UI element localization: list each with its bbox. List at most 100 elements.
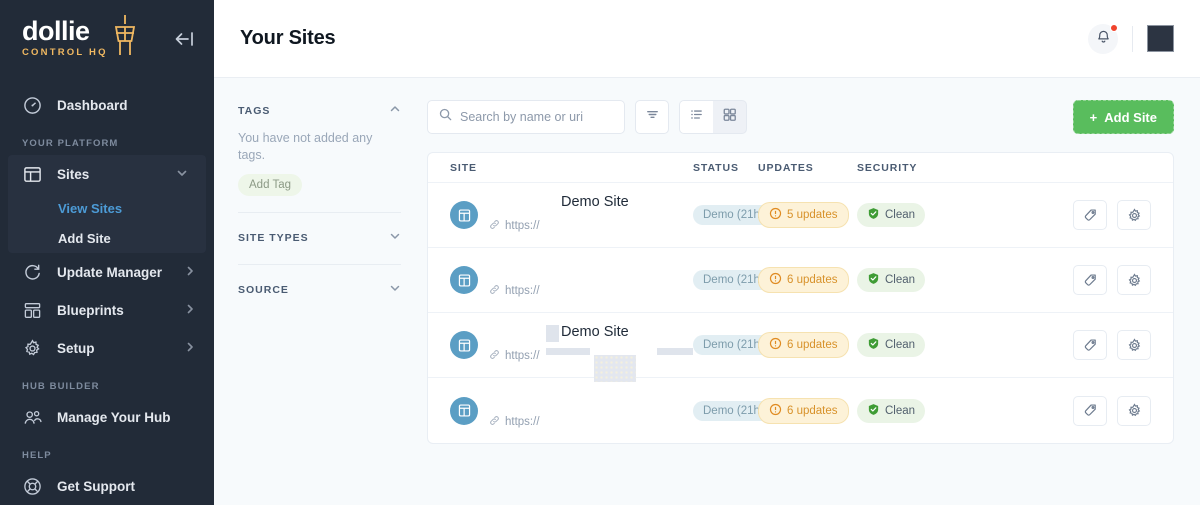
table-row[interactable]: https:// Demo (21h) 6 updates Clean <box>428 378 1173 443</box>
sidebar-item-dashboard[interactable]: Dashboard <box>0 86 214 124</box>
row-actions <box>1073 265 1151 295</box>
tag-icon[interactable] <box>1073 330 1107 360</box>
filter-source-title: SOURCE <box>238 283 289 296</box>
updates-badge[interactable]: 5 updates <box>758 202 849 228</box>
gauge-icon <box>22 95 43 116</box>
sidebar-item-get-support[interactable]: Get Support <box>0 467 214 505</box>
security-cell: Clean <box>857 333 977 357</box>
sidebar-item-label: Get Support <box>57 478 135 494</box>
sidebar-item-update-manager[interactable]: Update Manager <box>0 253 214 291</box>
layout-icon <box>22 164 43 185</box>
sidebar-nav: Dashboard YOUR PLATFORM Sites View Sites… <box>0 78 214 505</box>
security-label: Clean <box>885 209 916 221</box>
site-url[interactable]: https:// <box>489 415 540 429</box>
topbar: Your Sites <box>214 0 1200 78</box>
list-view-button[interactable] <box>680 101 713 133</box>
chevron-down-icon <box>389 230 401 245</box>
search-icon <box>439 108 452 126</box>
sidebar-section-help: HELP <box>22 450 52 461</box>
updates-label: 5 updates <box>787 209 838 221</box>
sidebar-item-label: Sites <box>57 166 90 182</box>
column-header-updates: UPDATES <box>758 161 814 174</box>
site-url[interactable]: https:// <box>489 349 540 363</box>
sidebar-item-blueprints[interactable]: Blueprints <box>0 291 214 329</box>
updates-badge[interactable]: 6 updates <box>758 332 849 358</box>
sidebar-item-sites[interactable]: Sites <box>8 155 206 193</box>
updates-badge[interactable]: 6 updates <box>758 267 849 293</box>
filter-tags-title: TAGS <box>238 104 271 117</box>
gear-icon[interactable] <box>1117 330 1151 360</box>
sidebar-group-sites: Sites View Sites Add Site <box>8 155 206 253</box>
site-url-text: https:// <box>505 350 540 362</box>
sidebar-item-view-sites[interactable]: View Sites <box>8 193 206 223</box>
loading-placeholder <box>594 355 636 382</box>
gear-icon <box>22 338 43 359</box>
site-url[interactable]: https:// <box>489 284 540 298</box>
add-site-label: Add Site <box>1104 109 1157 125</box>
shield-check-icon <box>867 337 880 353</box>
gear-icon[interactable] <box>1117 395 1151 426</box>
chevron-down-icon <box>389 282 401 297</box>
sidebar-item-setup[interactable]: Setup <box>0 329 214 367</box>
table-header: SITE STATUS UPDATES SECURITY <box>428 153 1173 183</box>
website-icon <box>450 266 478 294</box>
sidebar-item-manage-your-hub[interactable]: Manage Your Hub <box>0 398 214 436</box>
table-row[interactable]: https:// Demo (21h) 6 updates Clean <box>428 248 1173 313</box>
link-icon <box>489 219 500 233</box>
security-badge: Clean <box>857 268 926 292</box>
site-url-text: https:// <box>505 285 540 297</box>
page-title: Your Sites <box>240 27 336 49</box>
grid-view-button[interactable] <box>713 101 746 133</box>
gear-icon[interactable] <box>1117 200 1151 230</box>
chevron-right-icon <box>184 265 196 280</box>
loading-placeholder <box>546 348 590 355</box>
search-input[interactable] <box>460 110 613 124</box>
avatar[interactable] <box>1147 25 1174 52</box>
notifications-button[interactable] <box>1088 23 1118 54</box>
website-icon <box>450 396 478 425</box>
table-row[interactable]: Demo Site https:// <box>428 183 1173 248</box>
brand-logo[interactable]: dollie CONTROL HQ <box>22 14 140 61</box>
filter-site-types-header[interactable]: SITE TYPES <box>238 227 401 248</box>
filters-panel: TAGS You have not added any tags. Add Ta… <box>214 78 427 505</box>
search-box[interactable] <box>427 100 625 134</box>
chevron-right-icon <box>184 341 196 356</box>
table-row[interactable]: Demo Site https:// <box>428 313 1173 382</box>
filter-source-header[interactable]: SOURCE <box>238 279 401 300</box>
add-site-button[interactable]: + Add Site <box>1072 100 1174 134</box>
collapse-sidebar-icon[interactable] <box>172 26 198 52</box>
tag-icon[interactable] <box>1073 395 1107 426</box>
tag-icon[interactable] <box>1073 265 1107 295</box>
chevron-right-icon <box>184 303 196 318</box>
users-icon <box>22 407 43 428</box>
filter-button[interactable] <box>635 100 669 134</box>
security-badge: Clean <box>857 398 926 423</box>
link-icon <box>489 284 500 298</box>
site-cell: https:// <box>450 390 693 432</box>
shield-check-icon <box>867 207 880 223</box>
topbar-divider <box>1132 25 1133 52</box>
filter-site-types-title: SITE TYPES <box>238 231 309 244</box>
page-body: TAGS You have not added any tags. Add Ta… <box>214 78 1200 505</box>
site-name: Demo Site <box>561 324 629 340</box>
row-actions <box>1073 330 1151 360</box>
site-url-text: https:// <box>505 415 540 428</box>
filter-tags-empty-text: You have not added any tags. <box>238 131 373 162</box>
column-header-security: SECURITY <box>857 161 918 174</box>
site-url[interactable]: https:// <box>489 219 540 233</box>
list-view-icon <box>689 107 704 127</box>
gear-icon[interactable] <box>1117 265 1151 295</box>
add-tag-button[interactable]: Add Tag <box>238 174 302 196</box>
security-cell: Clean <box>857 268 977 292</box>
updates-badge[interactable]: 6 updates <box>758 397 849 424</box>
security-badge: Clean <box>857 203 926 227</box>
site-cell: Demo Site https:// <box>450 324 693 382</box>
security-cell: Clean <box>857 398 977 423</box>
row-actions <box>1073 200 1151 230</box>
alert-circle-icon <box>769 337 782 353</box>
filter-tags-header[interactable]: TAGS <box>238 100 401 121</box>
security-label: Clean <box>885 404 916 417</box>
tag-icon[interactable] <box>1073 200 1107 230</box>
sidebar-item-add-site[interactable]: Add Site <box>8 223 206 253</box>
shield-check-icon <box>867 403 880 419</box>
